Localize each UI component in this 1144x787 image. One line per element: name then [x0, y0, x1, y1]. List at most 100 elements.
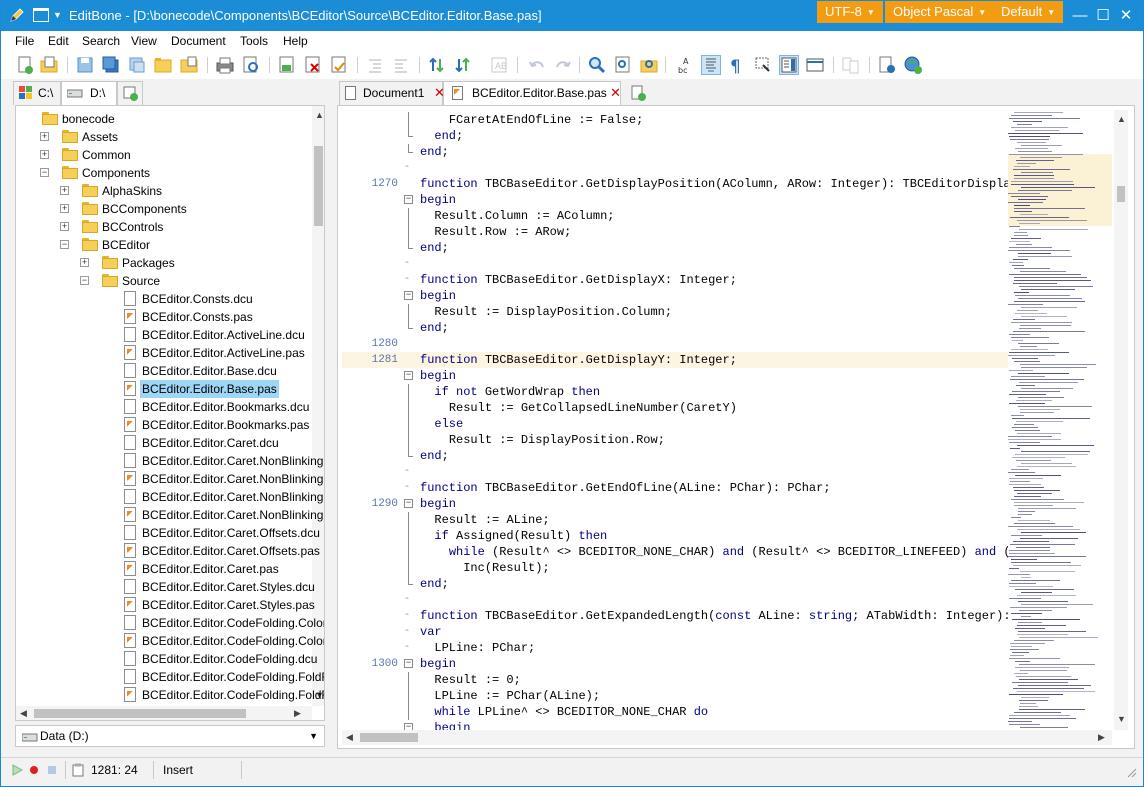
tree-horizontal-scrollbar[interactable]: ◀ ▶: [16, 706, 312, 720]
scroll-up-icon[interactable]: ▲: [315, 110, 324, 120]
code-line[interactable]: end;: [342, 144, 1008, 160]
code-line[interactable]: Result := 0;: [342, 672, 1008, 688]
highlighter-button[interactable]: Object Pascal ▼: [885, 1, 995, 23]
tree-folder[interactable]: + AlphaSkins: [16, 182, 312, 200]
scroll-right-icon[interactable]: ▶: [294, 708, 301, 719]
collapse-icon[interactable]: −: [40, 168, 49, 177]
save-all-icon[interactable]: [101, 55, 121, 75]
code-line[interactable]: − begin: [342, 192, 1008, 208]
indent-icon[interactable]: [365, 55, 385, 75]
expand-icon[interactable]: +: [40, 132, 49, 141]
tree-folder[interactable]: − Components: [16, 164, 312, 182]
code-line[interactable]: - function TBCBaseEditor.GetDisplayX: Int…: [342, 272, 1008, 288]
code-line[interactable]: 1300− begin: [342, 656, 1008, 672]
code-line[interactable]: -: [342, 592, 1008, 608]
tree-file[interactable]: BCEditor.Editor.Caret.Styles.pas: [16, 596, 315, 614]
search-replace-icon[interactable]: [613, 55, 633, 75]
code-line[interactable]: LPLine := PChar(ALine);: [342, 688, 1008, 704]
tree-file[interactable]: BCEditor.Editor.CodeFolding.FoldR: [16, 668, 324, 686]
tree-file[interactable]: BCEditor.Editor.ActiveLine.dcu: [16, 326, 312, 344]
tree-folder[interactable]: + Assets: [16, 128, 312, 146]
tree-folder[interactable]: + Common: [16, 146, 312, 164]
chevron-down-icon[interactable]: ▼: [309, 726, 318, 746]
tree-file[interactable]: BCEditor.Editor.CodeFolding.FoldR: [16, 686, 324, 704]
open-file-icon[interactable]: [39, 55, 59, 75]
search-files-icon[interactable]: [639, 55, 659, 75]
expand-icon[interactable]: +: [60, 222, 69, 231]
code-line[interactable]: end;: [342, 576, 1008, 592]
tree-file[interactable]: BCEditor.Editor.Base.pas: [16, 380, 312, 398]
new-document-tab[interactable]: [621, 81, 651, 105]
tree-folder[interactable]: + BCControls: [16, 218, 312, 236]
code-line[interactable]: end;: [342, 448, 1008, 464]
expand-icon[interactable]: +: [60, 204, 69, 213]
settings-icon[interactable]: [877, 55, 897, 75]
code-line[interactable]: Result := DisplayPosition.Column;: [342, 304, 1008, 320]
folder-favorites-icon[interactable]: [179, 55, 199, 75]
menu-document[interactable]: Document: [171, 34, 226, 48]
close-document-icon[interactable]: [277, 55, 297, 75]
tree-file[interactable]: BCEditor.Editor.Caret.NonBlinking.: [16, 488, 324, 506]
tree-file[interactable]: BCEditor.Editor.ActiveLine.pas: [16, 344, 312, 362]
tree-vscroll-thumb[interactable]: [314, 146, 323, 226]
maximize-button[interactable]: ☐: [1092, 5, 1114, 27]
tree-file[interactable]: BCEditor.Consts.pas: [16, 308, 312, 326]
save-as-icon[interactable]: [127, 55, 147, 75]
fold-collapse-icon[interactable]: −: [404, 371, 413, 380]
tab-new[interactable]: [117, 81, 143, 105]
redo-icon[interactable]: [553, 55, 573, 75]
active-code-line[interactable]: 1281 function TBCBaseEditor.GetDisplayY: …: [342, 352, 1008, 368]
code-line[interactable]: end;: [342, 128, 1008, 144]
color-scheme-button[interactable]: Default ▼: [993, 1, 1064, 23]
collapse-icon[interactable]: −: [80, 276, 89, 285]
menu-tools[interactable]: Tools: [240, 34, 268, 48]
tree-file[interactable]: BCEditor.Editor.Caret.Styles.dcu: [16, 578, 315, 596]
save-icon[interactable]: [75, 55, 95, 75]
web-icon[interactable]: [903, 55, 923, 75]
window-layout-icon[interactable]: [33, 8, 49, 22]
stop-macro-icon[interactable]: [47, 765, 57, 775]
code-line[interactable]: -: [342, 464, 1008, 480]
tree-file[interactable]: BCEditor.Editor.CodeFolding.dcu: [16, 650, 317, 668]
code-line[interactable]: -: [342, 160, 1008, 176]
tree-file[interactable]: BCEditor.Editor.Caret.dcu: [16, 434, 312, 452]
minimap[interactable]: [1008, 110, 1112, 730]
code-line[interactable]: - LPLine: PChar;: [342, 640, 1008, 656]
menu-file[interactable]: File: [15, 34, 34, 48]
menu-edit[interactable]: Edit: [48, 34, 69, 48]
code-line[interactable]: Inc(Result);: [342, 560, 1008, 576]
code-editor[interactable]: FCaretAtEndOfLine := False; end; end; -127…: [337, 105, 1135, 749]
fold-collapse-icon[interactable]: −: [404, 659, 413, 668]
code-line[interactable]: - function TBCBaseEditor.GetEndOfLine(ALi…: [342, 480, 1008, 496]
code-line[interactable]: while (Result^ <> BCEDITOR_NONE_CHAR) an…: [342, 544, 1008, 560]
minimap-icon[interactable]: [779, 55, 799, 75]
editor-hscroll-thumb[interactable]: [360, 733, 418, 742]
scroll-up-icon[interactable]: ▲: [1117, 114, 1126, 124]
scroll-left-icon[interactable]: ◀: [346, 732, 353, 743]
tree-folder[interactable]: + Packages: [16, 254, 312, 272]
tree-file[interactable]: BCEditor.Editor.CodeFolding.Color: [16, 632, 324, 650]
code-line[interactable]: if not GetWordWrap then: [342, 384, 1008, 400]
chevron-down-icon[interactable]: ▼: [53, 10, 62, 20]
tab-base-pas[interactable]: BCEditor.Editor.Base.pas ✕: [443, 81, 621, 106]
editor-vscroll-thumb[interactable]: [1117, 186, 1125, 202]
close-icon[interactable]: ✕: [610, 82, 621, 104]
tree-folder[interactable]: bonecode: [16, 110, 312, 128]
tree-file[interactable]: BCEditor.Editor.Caret.Offsets.pas: [16, 542, 320, 560]
code-line[interactable]: else: [342, 416, 1008, 432]
case-icon[interactable]: Abc: [675, 55, 695, 75]
resize-grip-icon[interactable]: [1125, 766, 1137, 778]
code-area[interactable]: FCaretAtEndOfLine := False; end; end; -127…: [342, 112, 1008, 732]
pencil-app-icon[interactable]: [9, 7, 25, 23]
search-icon[interactable]: [587, 55, 607, 75]
code-line[interactable]: Result := GetCollapsedLineNumber(CaretY): [342, 400, 1008, 416]
tab-drive-d[interactable]: D:\: [61, 81, 117, 106]
special-chars-icon[interactable]: ¶: [727, 55, 747, 77]
sort-ascending-icon[interactable]: [427, 55, 447, 75]
undo-icon[interactable]: [527, 55, 547, 75]
fold-collapse-icon[interactable]: −: [404, 499, 413, 508]
tree-folder[interactable]: + BCComponents: [16, 200, 312, 218]
scroll-left-icon[interactable]: ◀: [20, 708, 27, 719]
close-button[interactable]: ✕: [1115, 5, 1137, 27]
menu-search[interactable]: Search: [82, 34, 120, 48]
